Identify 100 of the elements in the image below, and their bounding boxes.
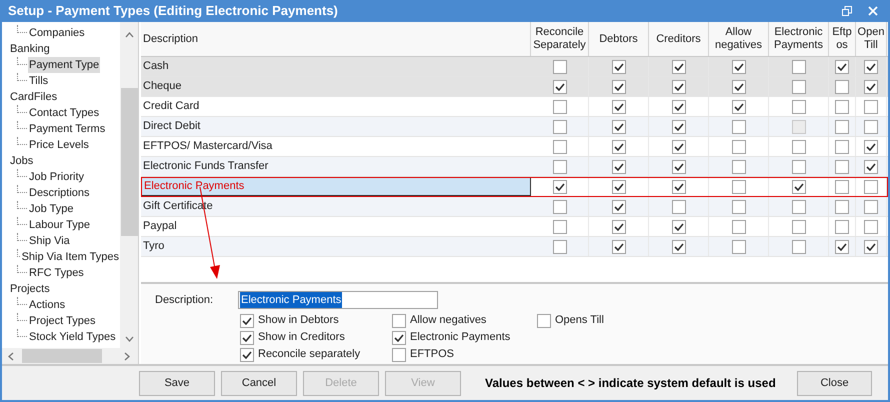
checkbox[interactable] [552, 80, 566, 94]
scroll-left-icon[interactable] [8, 352, 14, 360]
checkbox[interactable] [612, 180, 626, 194]
checkbox[interactable] [392, 314, 406, 328]
scroll-right-icon[interactable] [124, 352, 130, 360]
tree-item[interactable]: Tills [28, 72, 50, 90]
table-row[interactable]: Paypal [141, 217, 888, 237]
checkbox[interactable] [835, 160, 849, 174]
checkbox[interactable] [864, 200, 878, 214]
column-header[interactable]: Description [141, 22, 531, 56]
checkbox[interactable] [835, 120, 849, 134]
checkbox[interactable] [392, 330, 406, 344]
checkbox[interactable] [732, 180, 746, 194]
checkbox[interactable] [672, 200, 686, 214]
tree-item[interactable]: Ship Via Item Types [20, 248, 120, 266]
checkbox[interactable] [552, 240, 566, 254]
column-header[interactable]: Electronic Payments [769, 22, 829, 56]
column-header[interactable]: Allow negatives [709, 22, 769, 56]
tree-item[interactable]: Projects [9, 280, 51, 298]
checkbox[interactable] [792, 60, 806, 74]
column-header[interactable]: Creditors [649, 22, 709, 56]
tree-item[interactable]: Project Types [28, 312, 96, 330]
checkbox[interactable] [864, 140, 878, 154]
checkbox[interactable] [732, 160, 746, 174]
checkbox[interactable] [835, 180, 849, 194]
column-header[interactable]: Open Till [856, 22, 887, 56]
tree-item[interactable]: Actions [28, 296, 66, 314]
table-row[interactable]: Direct Debit [141, 117, 888, 137]
table-row[interactable]: EFTPOS/ Mastercard/Visa [141, 137, 888, 157]
table-row[interactable]: Credit Card [141, 97, 888, 117]
checkbox[interactable] [552, 100, 566, 114]
checkbox[interactable] [552, 180, 566, 194]
scroll-down-icon[interactable] [124, 336, 134, 342]
close-button[interactable]: Close [797, 370, 872, 396]
tree-item[interactable]: Ship Via [28, 232, 71, 250]
checkbox[interactable] [732, 100, 746, 114]
checkbox[interactable] [240, 314, 254, 328]
checkbox[interactable] [240, 348, 254, 362]
tree-item[interactable]: Stock Yield Types [28, 328, 117, 346]
checkbox[interactable] [792, 140, 806, 154]
column-header[interactable]: Reconcile Separately [531, 22, 589, 56]
checkbox[interactable] [835, 60, 849, 74]
checkbox[interactable] [792, 180, 806, 194]
footer-button[interactable]: Save [139, 370, 215, 396]
checkbox[interactable] [732, 80, 746, 94]
checkbox[interactable] [835, 240, 849, 254]
tree-item[interactable]: Jobs [9, 152, 34, 170]
checkbox[interactable] [612, 140, 626, 154]
checkbox[interactable] [792, 240, 806, 254]
table-row[interactable]: Cheque [141, 77, 888, 97]
tree-item[interactable]: Companies [28, 24, 86, 42]
checkbox[interactable] [612, 80, 626, 94]
tree-item[interactable]: Contact Types [28, 104, 100, 122]
checkbox[interactable] [864, 180, 878, 194]
table-row[interactable]: Electronic Payments [141, 177, 888, 197]
tree-item[interactable]: RFC Types [28, 264, 85, 282]
checkbox[interactable] [792, 220, 806, 234]
checkbox[interactable] [732, 140, 746, 154]
checkbox[interactable] [612, 120, 626, 134]
checkbox[interactable] [552, 120, 566, 134]
close-icon[interactable] [868, 6, 878, 16]
scroll-up-icon[interactable] [124, 32, 134, 38]
tree-item[interactable]: CardFiles [9, 88, 58, 106]
checkbox[interactable] [864, 120, 878, 134]
table-row[interactable]: Electronic Funds Transfer [141, 157, 888, 177]
checkbox[interactable] [792, 80, 806, 94]
checkbox[interactable] [672, 180, 686, 194]
checkbox[interactable] [835, 220, 849, 234]
checkbox[interactable] [732, 240, 746, 254]
tree-item[interactable]: Payment Terms [28, 120, 106, 138]
checkbox[interactable] [792, 160, 806, 174]
checkbox[interactable] [672, 120, 686, 134]
checkbox[interactable] [732, 60, 746, 74]
tree-item[interactable]: Job Type [28, 200, 74, 218]
checkbox[interactable] [392, 348, 406, 362]
checkbox[interactable] [864, 240, 878, 254]
checkbox[interactable] [792, 200, 806, 214]
checkbox[interactable] [672, 100, 686, 114]
checkbox[interactable] [552, 140, 566, 154]
checkbox[interactable] [864, 160, 878, 174]
checkbox[interactable] [552, 220, 566, 234]
tree-item[interactable]: Price Levels [28, 136, 90, 154]
checkbox[interactable] [732, 200, 746, 214]
checkbox[interactable] [864, 100, 878, 114]
checkbox[interactable] [537, 314, 551, 328]
checkbox[interactable] [612, 160, 626, 174]
checkbox[interactable] [552, 160, 566, 174]
table-row[interactable]: Tyro [141, 237, 888, 257]
tree-item[interactable]: Payment Type [28, 56, 100, 74]
checkbox[interactable] [612, 220, 626, 234]
tree-item[interactable]: Labour Type [28, 216, 91, 234]
checkbox[interactable] [864, 80, 878, 94]
checkbox[interactable] [552, 60, 566, 74]
checkbox[interactable] [552, 200, 566, 214]
column-header[interactable]: Debtors [589, 22, 649, 56]
checkbox[interactable] [835, 140, 849, 154]
checkbox[interactable] [240, 330, 254, 344]
checkbox[interactable] [612, 100, 626, 114]
tree-item[interactable]: Descriptions [28, 184, 91, 202]
horizontal-scrollbar[interactable] [2, 348, 138, 364]
